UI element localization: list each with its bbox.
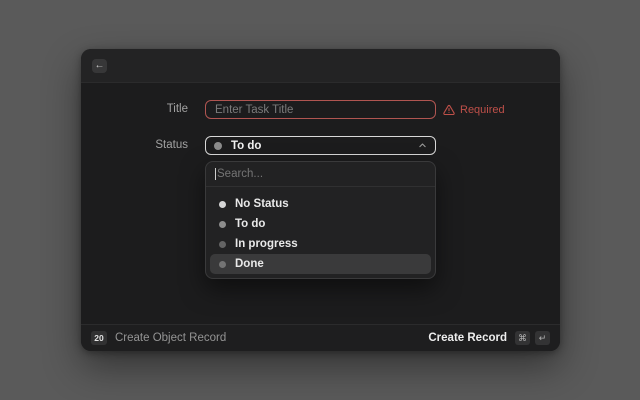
option-dot [219, 261, 226, 268]
window-header: ← [81, 49, 560, 83]
warning-triangle-icon [443, 104, 455, 116]
option-label: In progress [235, 238, 298, 250]
create-record-window: ← Title Required Status To do [81, 49, 560, 351]
status-selected-value: To do [231, 140, 261, 152]
back-button[interactable]: ← [92, 59, 107, 73]
title-input[interactable] [205, 100, 436, 119]
dropdown-search-input[interactable] [217, 168, 426, 180]
required-error-label: Required [460, 104, 505, 116]
create-record-button[interactable]: Create Record ⌘ ↵ [428, 331, 550, 345]
text-caret [215, 168, 216, 180]
command-name: Create Object Record [115, 332, 226, 344]
window-footer: 20 Create Object Record Create Record ⌘ … [81, 324, 560, 351]
option-label: To do [235, 218, 265, 230]
chevron-up-icon [418, 141, 427, 150]
option-label: Done [235, 258, 264, 270]
back-arrow-icon: ← [95, 61, 105, 71]
dropdown-options-list: No Status To do In progress Done [206, 187, 435, 279]
status-dropdown-panel: No Status To do In progress Done [205, 161, 436, 279]
status-select[interactable]: To do [205, 136, 436, 155]
option-to-do[interactable]: To do [210, 214, 431, 234]
option-done[interactable]: Done [210, 254, 431, 274]
desktop-backdrop: ← Title Required Status To do [0, 0, 640, 400]
status-dot [214, 142, 222, 150]
option-dot [219, 221, 226, 228]
required-error: Required [443, 100, 505, 119]
option-no-status[interactable]: No Status [210, 194, 431, 214]
dropdown-search-row [206, 162, 435, 187]
option-in-progress[interactable]: In progress [210, 234, 431, 254]
create-record-label: Create Record [428, 332, 507, 344]
status-field-label: Status [81, 136, 188, 155]
return-key-icon: ↵ [535, 331, 550, 345]
title-field-label: Title [81, 100, 188, 119]
option-label: No Status [235, 198, 289, 210]
option-dot [219, 241, 226, 248]
extension-badge: 20 [91, 331, 107, 345]
command-key-icon: ⌘ [515, 331, 530, 345]
option-dot [219, 201, 226, 208]
